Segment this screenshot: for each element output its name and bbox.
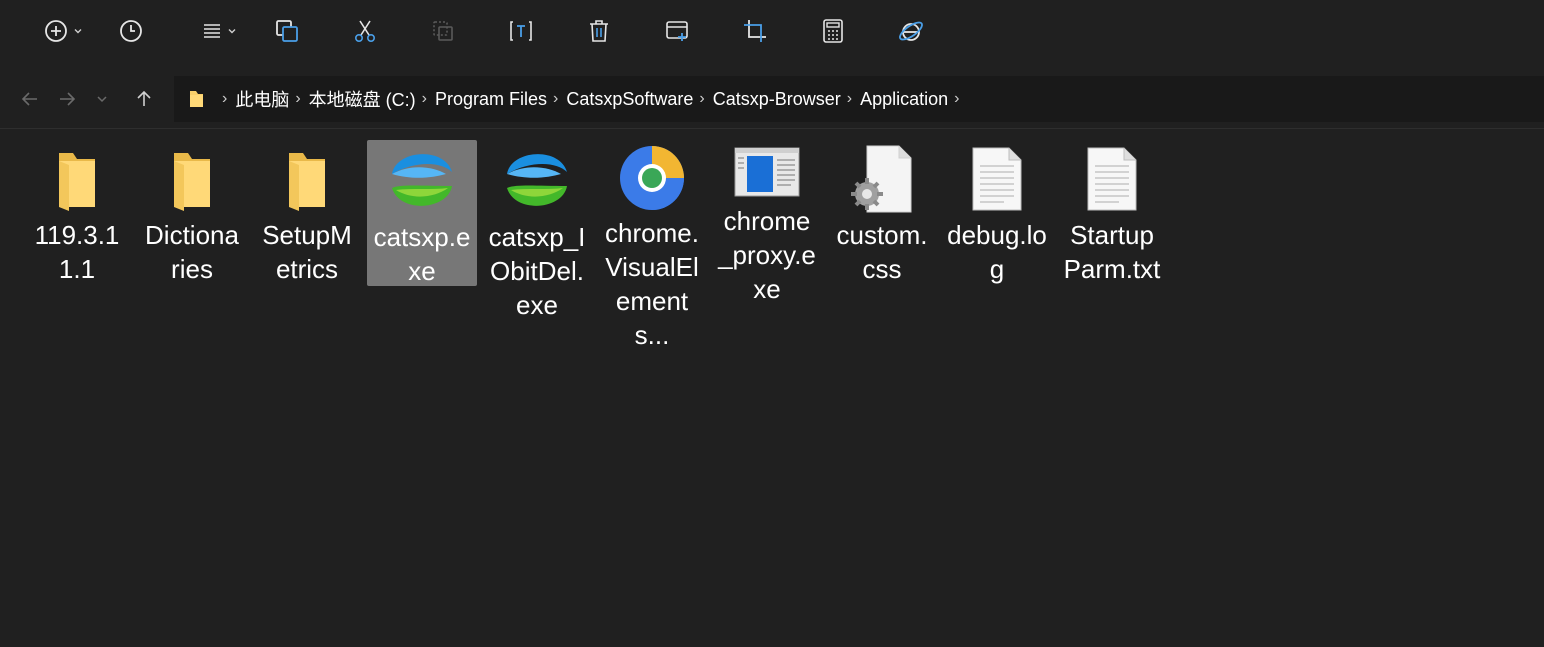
address-row: › 此电脑 › 本地磁盘 (C:) › Program Files › Cats… bbox=[0, 74, 1544, 124]
breadcrumb-item[interactable]: Catsxp-Browser bbox=[713, 89, 841, 110]
copy-button[interactable] bbox=[270, 14, 304, 48]
cut-button[interactable] bbox=[348, 14, 382, 48]
file-name: catsxp.exe bbox=[373, 222, 471, 286]
chevron-right-icon: › bbox=[222, 90, 228, 107]
new-window-button[interactable] bbox=[660, 14, 694, 48]
file-name: chrome.VisualElements... bbox=[605, 218, 699, 350]
copy-icon bbox=[276, 20, 298, 42]
scissors-icon bbox=[354, 20, 376, 42]
breadcrumb-item[interactable]: 本地磁盘 (C:) bbox=[309, 86, 416, 112]
catsxp-app-icon bbox=[392, 154, 452, 206]
address-bar[interactable]: › 此电脑 › 本地磁盘 (C:) › Program Files › Cats… bbox=[174, 76, 1544, 122]
file-name: Dictionaries bbox=[145, 220, 239, 284]
calculator-button[interactable] bbox=[816, 14, 850, 48]
plus-circle-icon bbox=[45, 20, 67, 42]
trash-icon bbox=[590, 20, 608, 42]
file-item-folder[interactable]: Dictionaries bbox=[137, 140, 247, 286]
file-name: 119.3.11.1 bbox=[34, 220, 120, 284]
application-window-icon bbox=[734, 147, 800, 197]
recent-button[interactable] bbox=[114, 14, 148, 48]
chevron-down-icon bbox=[228, 29, 236, 34]
file-item-text[interactable]: debug.log bbox=[942, 140, 1052, 286]
arrow-up-icon bbox=[137, 90, 151, 106]
window-add-icon bbox=[666, 21, 688, 41]
breadcrumb-item[interactable]: Program Files bbox=[435, 89, 547, 110]
css-file-icon bbox=[851, 145, 912, 213]
file-list: 119.3.11.1 Dictionaries SetupMetrics cat… bbox=[0, 136, 1544, 647]
chevron-right-icon[interactable]: › bbox=[553, 90, 558, 108]
recent-locations-button[interactable] bbox=[88, 84, 116, 114]
list-icon bbox=[204, 24, 220, 38]
file-item-text[interactable]: StartupParm.txt bbox=[1057, 140, 1167, 286]
forward-button[interactable] bbox=[53, 84, 81, 114]
arrow-right-icon bbox=[60, 92, 76, 106]
new-button[interactable] bbox=[38, 14, 88, 48]
paste-icon bbox=[433, 21, 453, 41]
crop-icon bbox=[744, 20, 766, 42]
file-name: SetupMetrics bbox=[262, 220, 352, 284]
breadcrumb-item[interactable]: CatsxpSoftware bbox=[566, 89, 693, 110]
view-button[interactable] bbox=[196, 14, 242, 48]
chevron-down-icon bbox=[97, 96, 107, 103]
file-item-folder[interactable]: SetupMetrics bbox=[252, 140, 362, 286]
file-item-css[interactable]: custom.css bbox=[827, 140, 937, 286]
crop-button[interactable] bbox=[738, 14, 772, 48]
chrome-icon bbox=[620, 146, 684, 210]
text-file-icon bbox=[1087, 147, 1137, 211]
file-name: custom.css bbox=[836, 220, 928, 284]
file-name: chrome_proxy.exe bbox=[718, 206, 816, 304]
calculator-icon bbox=[823, 19, 843, 43]
rename-icon bbox=[510, 21, 532, 41]
breadcrumb-item[interactable]: Application bbox=[860, 89, 948, 110]
breadcrumb-item[interactable]: 此电脑 bbox=[235, 86, 289, 112]
file-name: catsxp_IObitDel.exe bbox=[488, 222, 586, 320]
arrow-left-icon bbox=[21, 92, 37, 106]
chevron-down-icon bbox=[74, 29, 82, 34]
chevron-right-icon[interactable]: › bbox=[699, 90, 704, 108]
rename-button[interactable] bbox=[504, 14, 538, 48]
file-name: debug.log bbox=[947, 220, 1047, 284]
folder-icon bbox=[59, 153, 95, 211]
ie-button[interactable] bbox=[894, 14, 928, 48]
file-item-exe[interactable]: chrome_proxy.exe bbox=[712, 140, 822, 304]
command-bar bbox=[0, 0, 1544, 62]
chevron-right-icon[interactable]: › bbox=[422, 90, 427, 108]
file-name: StartupParm.txt bbox=[1063, 220, 1161, 284]
chevron-right-icon[interactable]: › bbox=[847, 90, 852, 108]
ie-icon bbox=[899, 21, 923, 41]
file-item-exe-selected[interactable]: catsxp.exe bbox=[367, 140, 477, 286]
chevron-right-icon[interactable]: › bbox=[295, 90, 300, 108]
folder-icon bbox=[190, 91, 203, 107]
folder-icon bbox=[174, 153, 210, 211]
catsxp-app-icon bbox=[507, 154, 567, 206]
clock-icon bbox=[120, 20, 142, 42]
file-item-folder[interactable]: 119.3.11.1 bbox=[22, 140, 132, 286]
up-button[interactable] bbox=[130, 84, 158, 114]
text-file-icon bbox=[972, 147, 1022, 211]
file-item-exe[interactable]: catsxp_IObitDel.exe bbox=[482, 140, 592, 320]
file-item-chrome[interactable]: chrome.VisualElements... bbox=[597, 140, 707, 350]
delete-button[interactable] bbox=[582, 14, 616, 48]
back-button[interactable] bbox=[16, 84, 44, 114]
folder-icon bbox=[289, 153, 325, 211]
divider bbox=[0, 128, 1544, 129]
chevron-right-icon[interactable]: › bbox=[954, 90, 959, 108]
paste-button[interactable] bbox=[426, 14, 460, 48]
